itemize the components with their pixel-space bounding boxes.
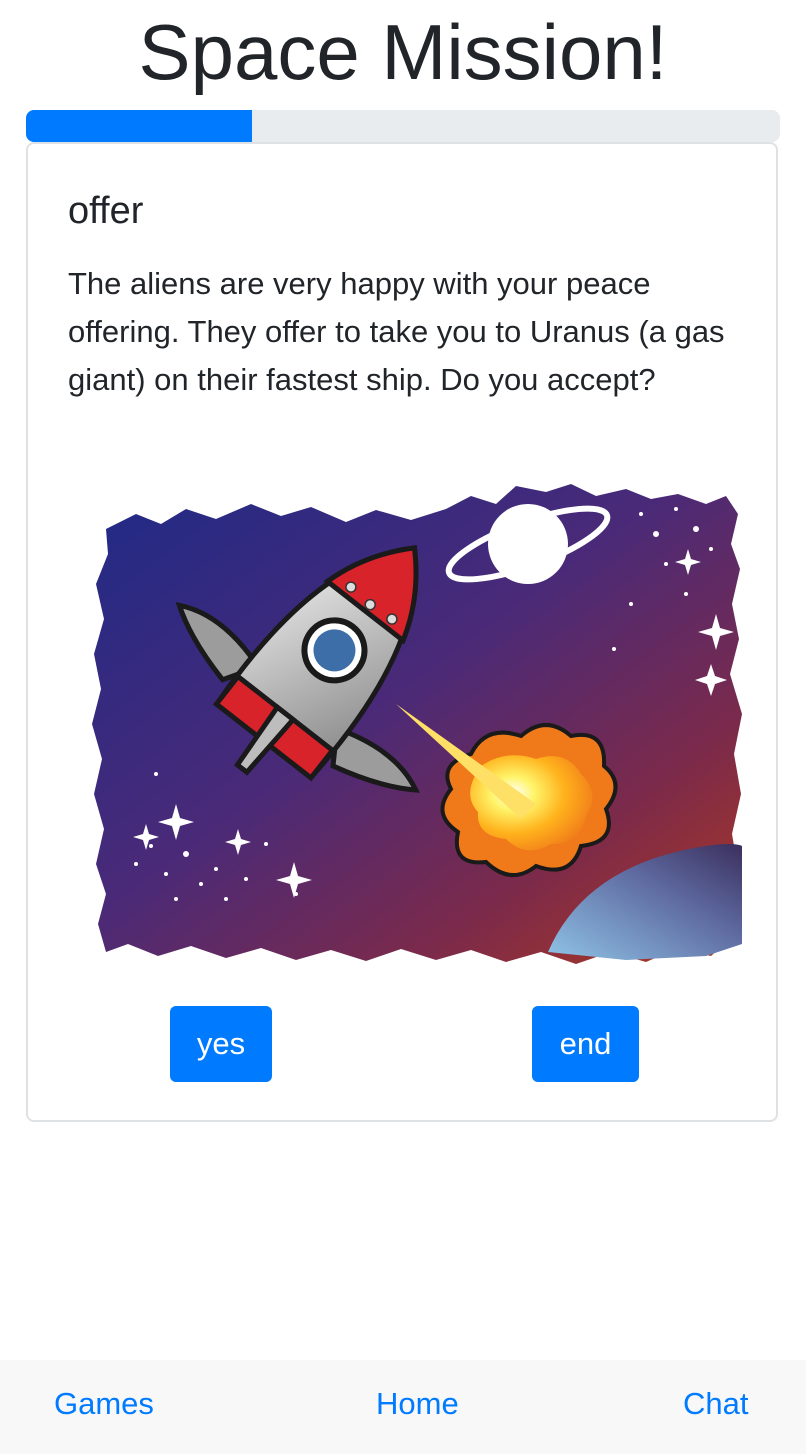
card-text: The aliens are very happy with your peac…	[68, 266, 725, 397]
nav-home-link[interactable]: Home	[376, 1380, 459, 1428]
end-button[interactable]: end	[532, 1006, 639, 1082]
nav-games-link[interactable]: Games	[54, 1380, 154, 1428]
nav-chat-link[interactable]: Chat	[683, 1380, 748, 1428]
yes-button[interactable]: yes	[170, 1006, 272, 1082]
progress-bar-fill	[26, 110, 253, 142]
page-title: Space Mission!	[138, 8, 668, 96]
progress-bar	[26, 110, 780, 142]
story-card: offer The aliens are very happy with you…	[26, 142, 778, 1122]
bottom-nav: Games Home Chat	[0, 1360, 806, 1454]
rocket-illustration	[92, 484, 742, 964]
card-heading: offer	[68, 190, 144, 232]
